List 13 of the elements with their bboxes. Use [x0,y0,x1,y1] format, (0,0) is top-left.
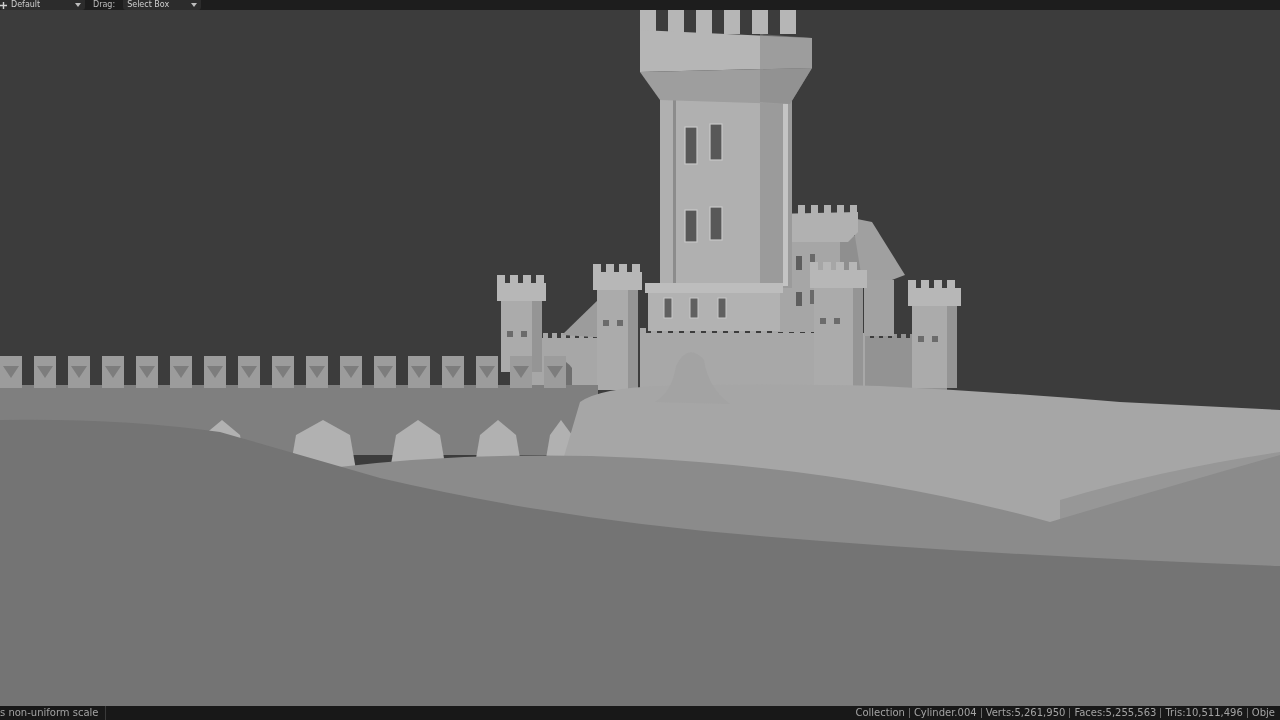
scene-statistic: Obje [1246,708,1279,718]
select-tool-dropdown[interactable]: Select Box [123,0,202,10]
scene-statistic: Tris:10,511,496 [1160,708,1247,718]
status-message: s non-uniform scale [0,706,106,720]
scene-statistic: Cylinder.004 [908,708,981,718]
drag-label: Drag: [93,0,116,10]
caret-icon [191,3,198,7]
scene-statistic: Faces:5,255,563 [1069,708,1161,718]
scene-statistic: Verts:5,261,950 [980,708,1070,718]
orientation-dropdown[interactable]: Default [0,0,85,10]
scene-statistic: Collection [854,708,906,718]
caret-icon [75,3,81,7]
cross-icon [0,1,7,9]
